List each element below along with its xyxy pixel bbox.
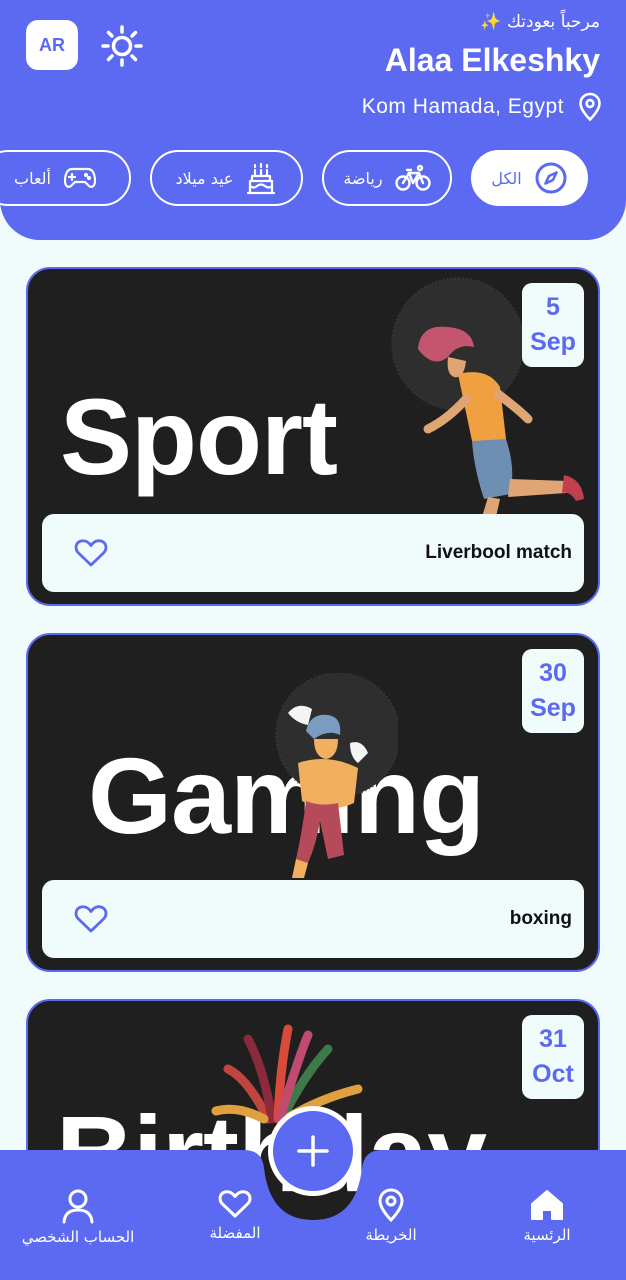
home-icon xyxy=(531,1190,563,1220)
sun-icon xyxy=(101,25,143,67)
birthday-cake-icon xyxy=(247,162,276,195)
chip-birthday[interactable]: عيد ميلاد xyxy=(150,150,303,206)
event-card[interactable]: Gaming 30 Sep boxing xyxy=(26,633,600,972)
chip-games[interactable]: ألعاب xyxy=(0,150,131,206)
add-event-button[interactable] xyxy=(268,1106,358,1196)
chip-sports-label: رياضة xyxy=(343,168,383,188)
event-date-badge: 5 Sep xyxy=(522,283,584,367)
chip-all[interactable]: الكل xyxy=(471,150,588,206)
event-day: 5 xyxy=(546,293,560,321)
event-card-footer: Liverbool match xyxy=(42,514,584,592)
map-pin-icon xyxy=(378,1188,404,1222)
event-month: Oct xyxy=(532,1060,574,1088)
event-title: Liverbool match xyxy=(425,542,572,563)
category-chips: الكل رياضة عيد ميلاد ألعاب xyxy=(0,150,626,206)
location-text: Kom Hamada, Egypt xyxy=(361,95,564,118)
chip-games-label: ألعاب xyxy=(14,168,51,188)
chip-birthday-label: عيد ميلاد xyxy=(175,168,234,188)
language-toggle-button[interactable]: AR xyxy=(26,20,78,70)
event-month: Sep xyxy=(530,694,576,722)
location-row[interactable]: Kom Hamada, Egypt xyxy=(362,92,602,122)
event-banner-word: Sport xyxy=(60,376,338,497)
event-day: 31 xyxy=(539,1025,567,1053)
nav-map[interactable]: الخريطة xyxy=(316,1188,466,1244)
gamepad-icon xyxy=(63,167,97,188)
event-date-badge: 30 Sep xyxy=(522,649,584,733)
greeting-text: مرحباً بعودتك ✨ xyxy=(480,12,600,32)
nav-home-label: الرئسية xyxy=(523,1226,571,1244)
event-card-footer: boxing xyxy=(42,880,584,958)
nav-profile[interactable]: الحساب الشخصي xyxy=(3,1188,153,1246)
heart-icon[interactable] xyxy=(74,538,108,568)
user-name: Alaa Elkeshky xyxy=(384,42,600,78)
location-pin-icon xyxy=(579,92,601,122)
heart-outline-icon xyxy=(218,1190,252,1218)
bicycle-icon xyxy=(394,164,431,191)
header: AR مرحباً بعودتك ✨ Alaa Elkeshky Kom Ham… xyxy=(0,0,626,240)
user-icon xyxy=(62,1189,94,1224)
event-month: Sep xyxy=(530,328,576,356)
boxer-illustration xyxy=(275,673,398,878)
event-date-badge: 31 Oct xyxy=(522,1015,584,1099)
compass-icon xyxy=(535,162,567,194)
heart-icon[interactable] xyxy=(74,904,108,934)
event-title: boxing xyxy=(509,908,572,929)
nav-favorites[interactable]: المفضلة xyxy=(160,1188,310,1242)
chip-all-label: الكل xyxy=(491,168,522,188)
event-day: 30 xyxy=(539,659,567,687)
nav-profile-label: الحساب الشخصي xyxy=(21,1228,135,1246)
event-card[interactable]: Sport 5 Sep Liverbool match xyxy=(26,267,600,606)
plus-icon xyxy=(297,1135,329,1167)
theme-toggle-button[interactable] xyxy=(100,24,144,68)
nav-map-label: الخريطة xyxy=(365,1226,417,1244)
nav-home[interactable]: الرئسية xyxy=(472,1188,622,1244)
chip-sports[interactable]: رياضة xyxy=(322,150,452,206)
nav-favorites-label: المفضلة xyxy=(209,1224,261,1242)
